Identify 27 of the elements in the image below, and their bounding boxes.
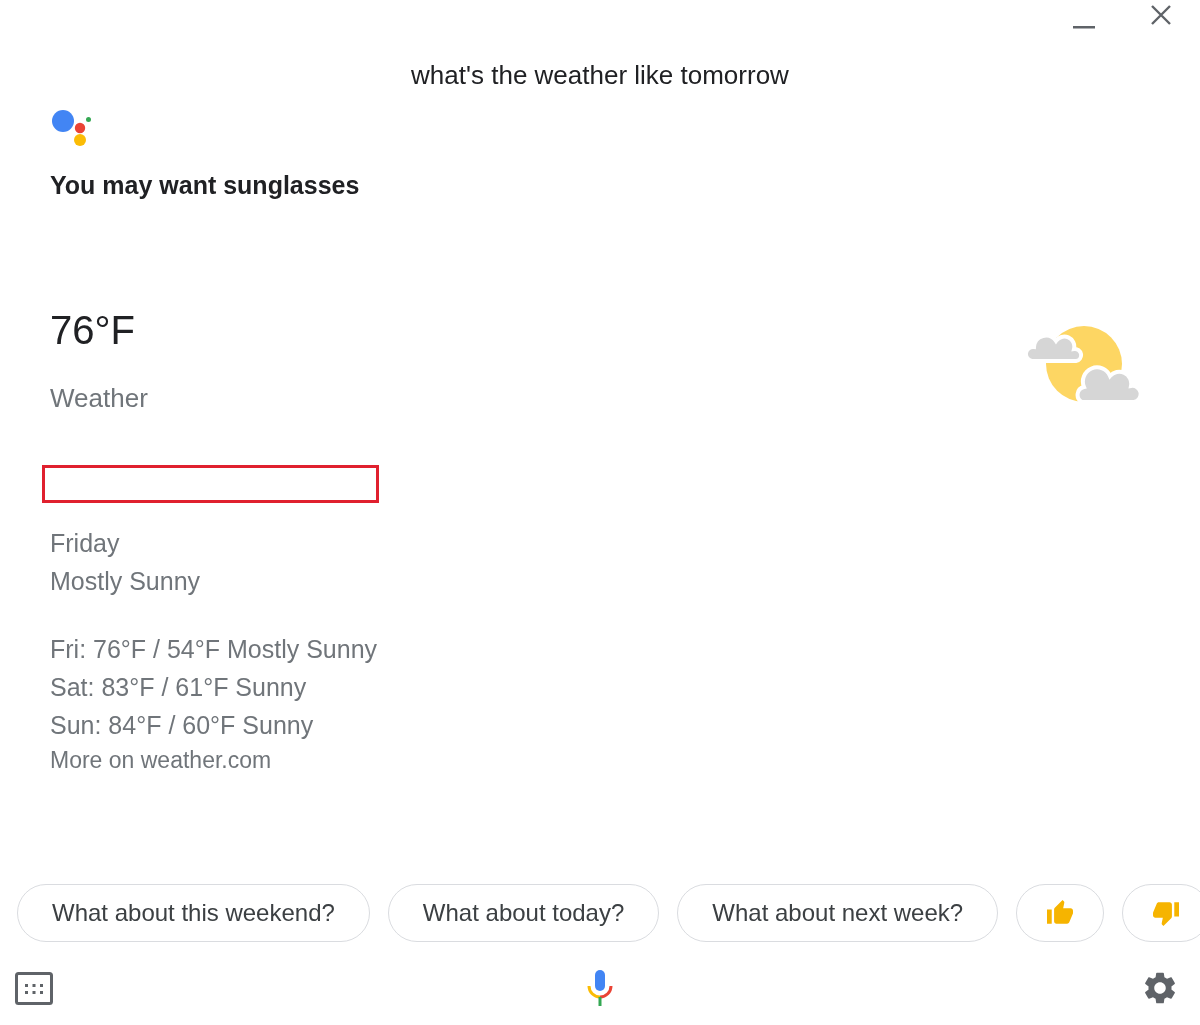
settings-button[interactable] — [1144, 972, 1176, 1004]
weather-label: Weather — [50, 383, 148, 413]
thumbs-down-icon — [1153, 900, 1180, 926]
close-button[interactable] — [1150, 4, 1172, 26]
keyboard-icon — [15, 971, 53, 1005]
forecast-line: Sat: 83°F / 61°F Sunny — [50, 672, 307, 702]
close-icon — [1151, 5, 1171, 25]
minimize-icon — [1073, 26, 1095, 29]
suggestion-chip[interactable]: What about next week? — [677, 884, 999, 942]
keyboard-button[interactable] — [15, 971, 53, 1005]
partly-cloudy-icon — [1025, 324, 1142, 404]
assistant-logo-icon — [52, 110, 92, 146]
thumbs-up-icon — [1047, 900, 1074, 926]
microphone-icon — [587, 970, 613, 1006]
temperature-text: 76°F — [50, 307, 135, 354]
forecast-line: Fri: 76°F / 54°F Mostly Sunny — [50, 634, 378, 664]
query-text: what's the weather like tomorrow — [411, 60, 789, 90]
suggestion-chip[interactable]: What about this weekend? — [17, 884, 370, 942]
response-title: You may want sunglasses — [50, 171, 360, 199]
microphone-button[interactable] — [587, 970, 613, 1006]
forecast-line: Sun: 84°F / 60°F Sunny — [50, 710, 314, 740]
settings-icon — [1144, 972, 1176, 1004]
weather-link[interactable]: More on weather.com — [50, 747, 272, 773]
day-text: Friday — [50, 528, 120, 558]
suggestion-chip[interactable]: What about today? — [387, 884, 660, 942]
thumbs-down-button[interactable] — [1122, 884, 1200, 942]
condition-text: Mostly Sunny — [50, 566, 201, 596]
